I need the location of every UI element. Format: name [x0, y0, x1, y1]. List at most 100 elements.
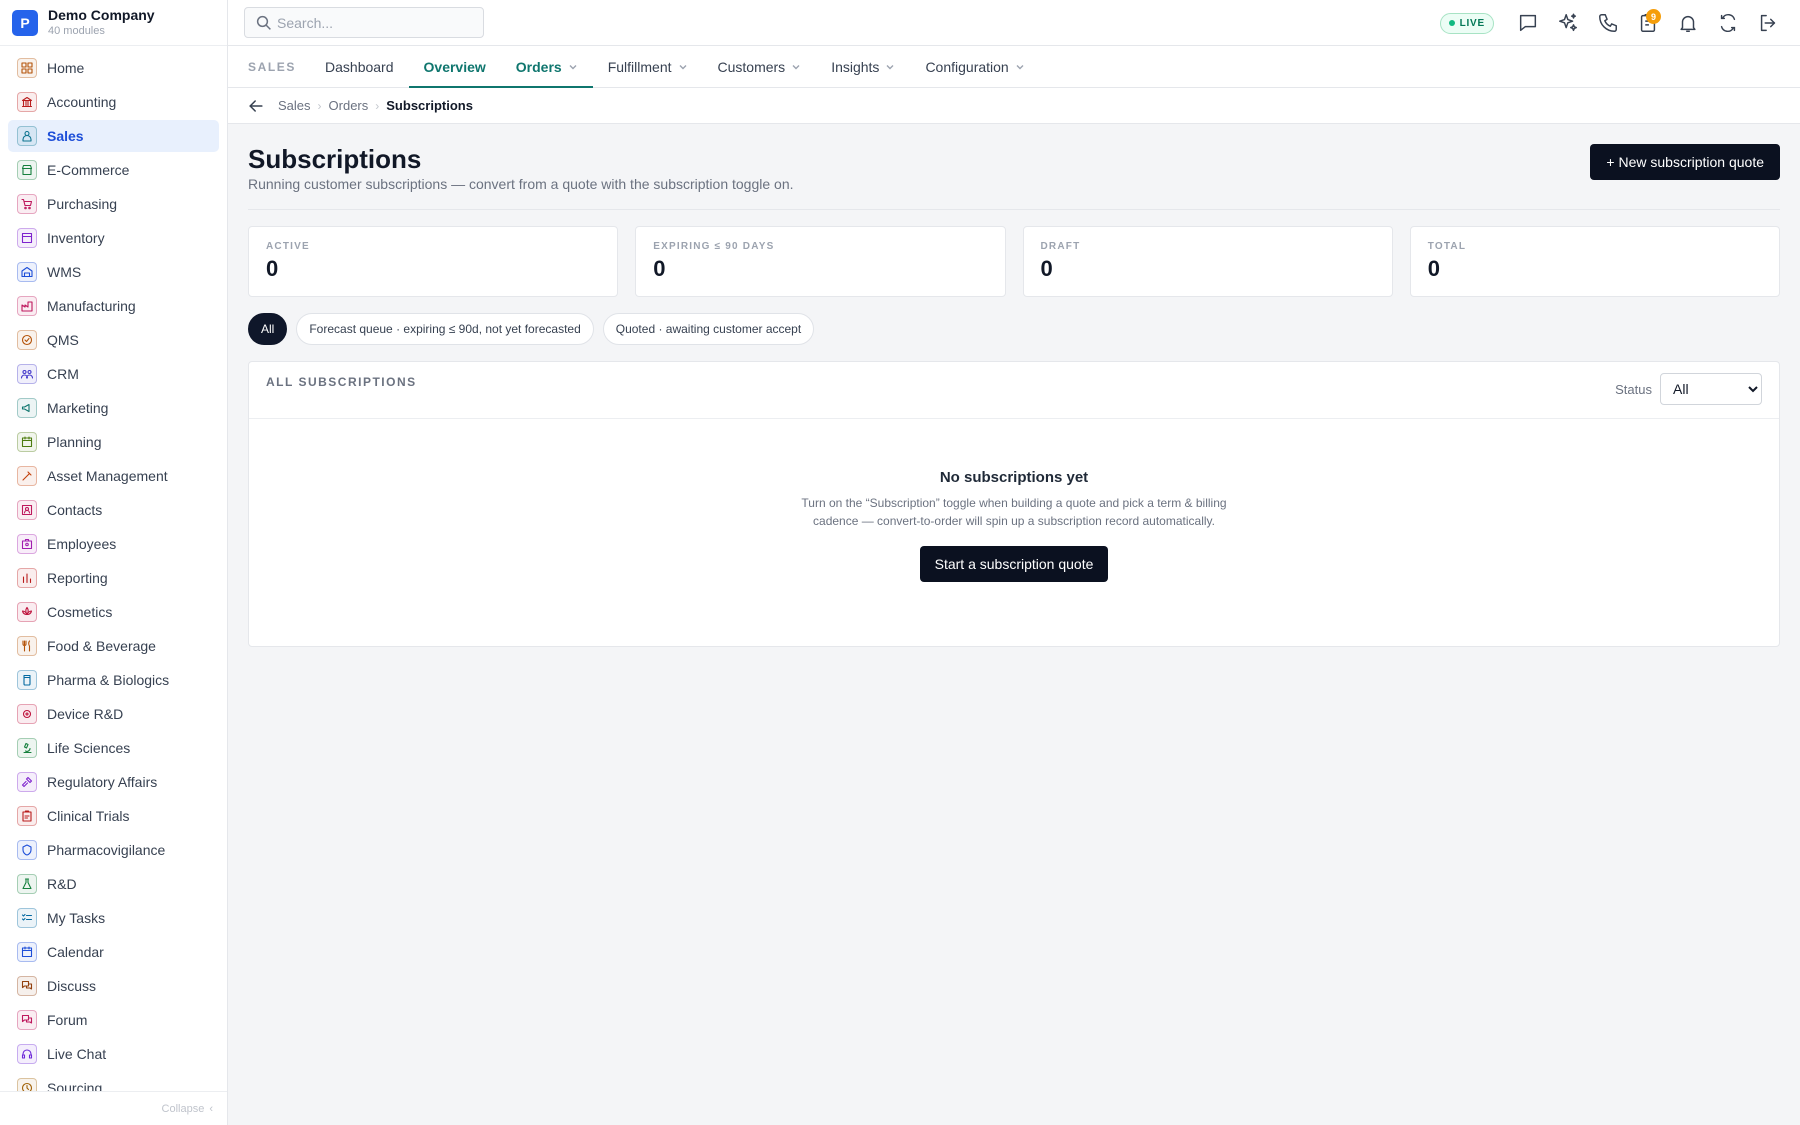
sidebar-item-crm[interactable]: CRM	[8, 358, 219, 390]
sidebar-item-label: Contacts	[47, 502, 103, 518]
sidebar: P Demo Company 40 modules Home Accounting…	[0, 0, 228, 1125]
brand[interactable]: P Demo Company 40 modules	[0, 0, 227, 46]
tab-orders[interactable]: Orders	[500, 46, 593, 88]
bank-icon	[17, 92, 37, 112]
sidebar-item-label: Reporting	[47, 570, 108, 586]
gavel-icon	[17, 772, 37, 792]
sidebar-item-life-sciences[interactable]: Life Sciences	[8, 732, 219, 764]
tab-configuration[interactable]: Configuration	[910, 46, 1039, 87]
tab-overview[interactable]: Overview	[408, 46, 502, 88]
breadcrumb-sales[interactable]: Sales	[278, 98, 311, 113]
sidebar-item-home[interactable]: Home	[8, 52, 219, 84]
stat-label: EXPIRING ≤ 90 DAYS	[653, 241, 775, 252]
top-actions: LIVE 9	[1439, 0, 1788, 46]
sync-icon[interactable]	[1708, 3, 1748, 43]
breadcrumb: Sales › Orders › Subscriptions	[228, 88, 1800, 124]
sidebar-item-sourcing[interactable]: Sourcing	[8, 1072, 219, 1091]
search-input[interactable]	[277, 14, 457, 31]
tab-dashboard[interactable]: Dashboard	[310, 46, 409, 87]
chevron-down-icon	[679, 64, 686, 69]
main-content: Subscriptions Running customer subscript…	[248, 124, 1780, 647]
sidebar-item-inventory[interactable]: Inventory	[8, 222, 219, 254]
sidebar-item-live-chat[interactable]: Live Chat	[8, 1038, 219, 1070]
pill-bottle-icon	[17, 670, 37, 690]
sidebar-item-label: QMS	[47, 332, 79, 348]
sidebar-item-calendar[interactable]: Calendar	[8, 936, 219, 968]
sidebar-item-forum[interactable]: Forum	[8, 1004, 219, 1036]
storefront-icon	[17, 160, 37, 180]
back-arrow-icon[interactable]	[246, 96, 266, 116]
sidebar-item-clinical-trials[interactable]: Clinical Trials	[8, 800, 219, 832]
tab-insights[interactable]: Insights	[816, 46, 910, 87]
chat-icon[interactable]	[1508, 3, 1548, 43]
stat-label: TOTAL	[1427, 241, 1467, 252]
stat-card-active: ACTIVE 0	[248, 226, 619, 297]
stat-card-draft: DRAFT 0	[1022, 226, 1393, 297]
contact-card-icon	[17, 500, 37, 520]
tab-label: Customers	[717, 58, 786, 75]
lotus-icon	[17, 602, 37, 622]
sidebar-item-label: Sales	[47, 128, 84, 144]
chat-bubbles-icon	[17, 976, 37, 996]
search-box[interactable]	[244, 7, 484, 38]
sidebar-item-accounting[interactable]: Accounting	[8, 86, 219, 118]
sidebar-item-regulatory-affairs[interactable]: Regulatory Affairs	[8, 766, 219, 798]
logout-icon[interactable]	[1748, 3, 1788, 43]
stat-value: 0	[1427, 256, 1440, 281]
breadcrumb-orders[interactable]: Orders	[329, 98, 369, 113]
chevron-down-icon	[1016, 64, 1024, 69]
stat-label: DRAFT	[1040, 241, 1081, 252]
sidebar-item-manufacturing[interactable]: Manufacturing	[8, 290, 219, 322]
sidebar-item-pharma-and-biologics[interactable]: Pharma & Biologics	[8, 664, 219, 696]
sidebar-item-label: Marketing	[47, 400, 109, 416]
sidebar-item-discuss[interactable]: Discuss	[8, 970, 219, 1002]
empty-state-text: Turn on the “Subscription” toggle when b…	[801, 496, 1227, 528]
sidebar-item-label: Discuss	[47, 978, 97, 994]
sidebar-item-pharmacovigilance[interactable]: Pharmacovigilance	[8, 834, 219, 866]
clipboard-icon	[17, 806, 37, 826]
sidebar-item-contacts[interactable]: Contacts	[8, 494, 219, 526]
sidebar-item-label: My Tasks	[47, 910, 106, 926]
sidebar-item-food-and-beverage[interactable]: Food & Beverage	[8, 630, 219, 662]
sidebar-item-cosmetics[interactable]: Cosmetics	[8, 596, 219, 628]
filter-chip-quoted[interactable]: Quoted · awaiting customer accept	[602, 313, 815, 345]
sidebar-item-label: Live Chat	[47, 1046, 107, 1062]
live-label: LIVE	[1459, 17, 1485, 29]
tab-fulfillment[interactable]: Fulfillment	[593, 46, 703, 87]
sidebar-item-wms[interactable]: WMS	[8, 256, 219, 288]
sidebar-item-employees[interactable]: Employees	[8, 528, 219, 560]
sidebar-item-planning[interactable]: Planning	[8, 426, 219, 458]
filter-chip-all[interactable]: All	[248, 313, 288, 345]
sidebar-item-my-tasks[interactable]: My Tasks	[8, 902, 219, 934]
tab-customers[interactable]: Customers	[703, 46, 817, 87]
sidebar-item-device-randd[interactable]: Device R&D	[8, 698, 219, 730]
phone-icon[interactable]	[1588, 3, 1628, 43]
filter-chips: All Forecast queue · expiring ≤ 90d, not…	[248, 313, 1780, 345]
sidebar-item-asset-management[interactable]: Asset Management	[8, 460, 219, 492]
collapse-button[interactable]: Collapse ‹	[0, 1091, 227, 1125]
tab-label: Insights	[831, 58, 880, 75]
sidebar-item-sales[interactable]: Sales	[8, 120, 219, 152]
sidebar-item-randd[interactable]: R&D	[8, 868, 219, 900]
sidebar-item-e-commerce[interactable]: E-Commerce	[8, 154, 219, 186]
sidebar-item-reporting[interactable]: Reporting	[8, 562, 219, 594]
filter-chip-forecast-queue[interactable]: Forecast queue · expiring ≤ 90d, not yet…	[296, 313, 594, 345]
start-subscription-quote-button[interactable]: Start a subscription quote	[919, 546, 1109, 582]
sidebar-item-marketing[interactable]: Marketing	[8, 392, 219, 424]
chip-icon	[17, 704, 37, 724]
sidebar-item-label: Accounting	[47, 94, 117, 110]
new-subscription-quote-button[interactable]: + New subscription quote	[1590, 144, 1780, 180]
sidebar-item-purchasing[interactable]: Purchasing	[8, 188, 219, 220]
stat-value: 0	[266, 256, 279, 281]
sidebar-item-qms[interactable]: QMS	[8, 324, 219, 356]
status-select[interactable]: All	[1660, 373, 1762, 405]
tab-label: Configuration	[925, 58, 1009, 75]
sales-person-icon	[17, 126, 37, 146]
status-filter: Status All	[1615, 373, 1762, 405]
module-label: SALES	[248, 59, 297, 74]
sparkles-icon[interactable]	[1548, 3, 1588, 43]
clipboard-bell-icon[interactable]: 9	[1628, 3, 1668, 43]
stat-value: 0	[1040, 256, 1053, 281]
quality-badge-icon	[17, 330, 37, 350]
bell-icon[interactable]	[1668, 3, 1708, 43]
